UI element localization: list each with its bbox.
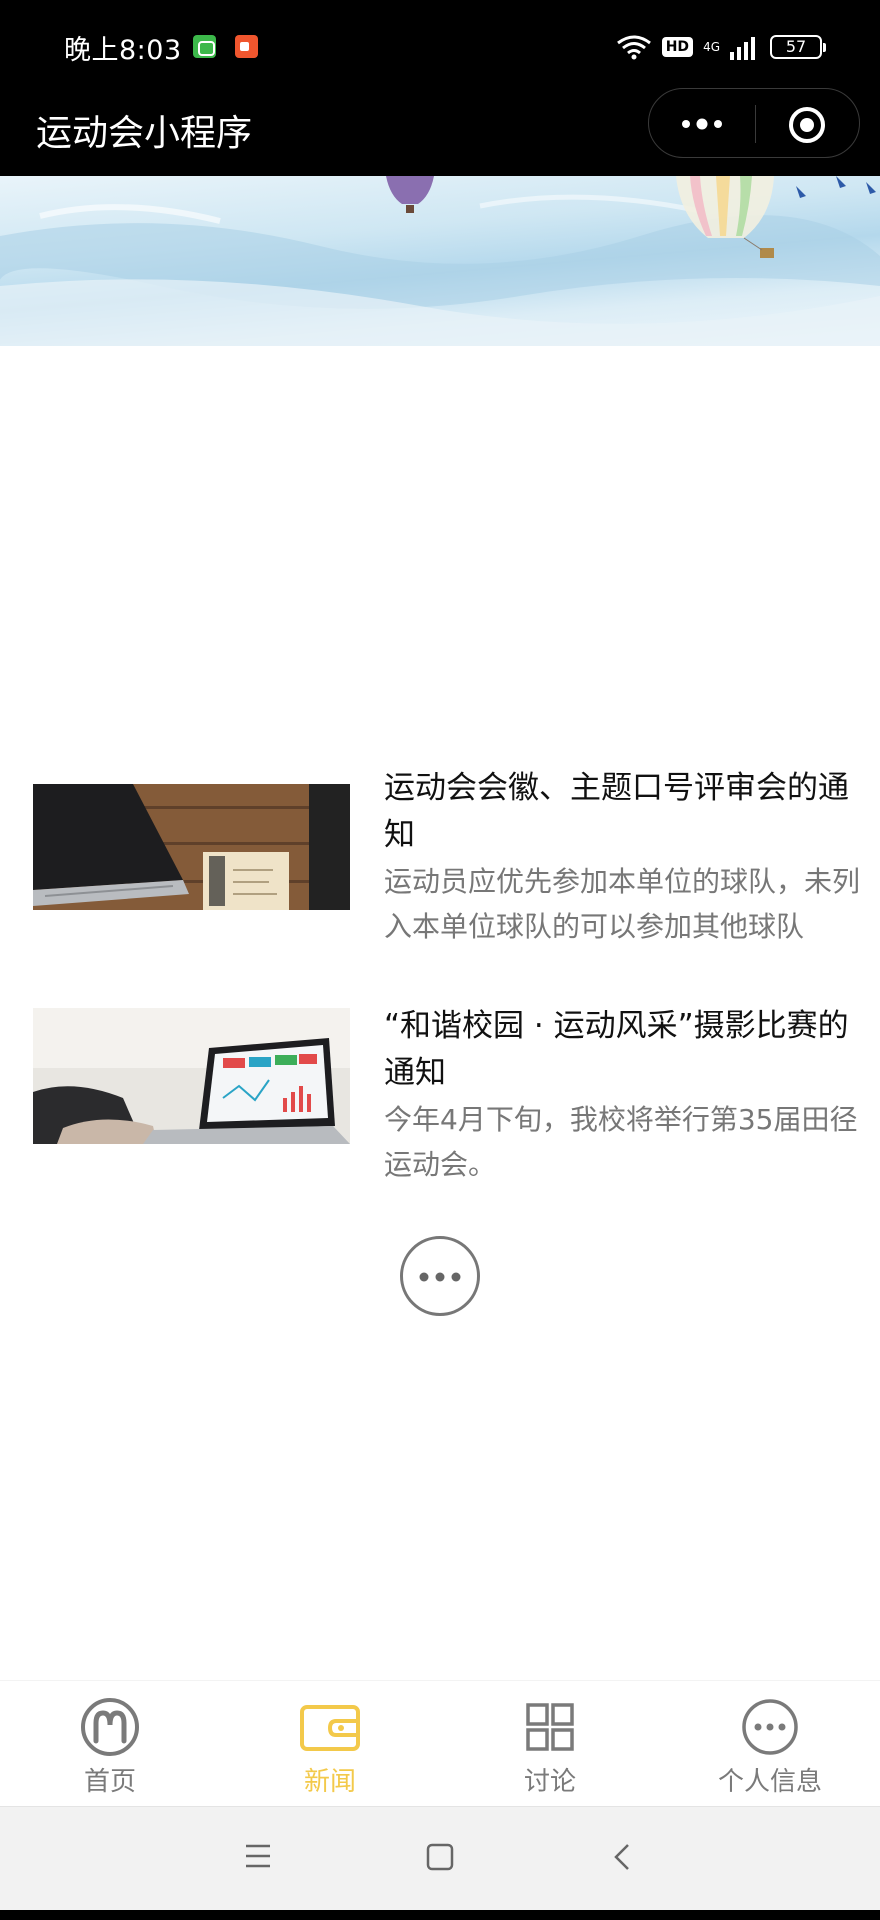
hd-badge: HD <box>661 37 694 57</box>
news-title[interactable]: “和谐校园 · 运动风采”摄影比赛的通知 <box>384 1003 874 1097</box>
status-time: 晚上8:03 <box>64 35 182 66</box>
square-home-icon <box>426 1843 454 1871</box>
more-dots-icon <box>419 1272 461 1282</box>
tab-label: 首页 <box>83 1767 136 1797</box>
news-thumbnail <box>33 784 350 910</box>
tab-profile[interactable]: 个人信息 <box>660 1681 880 1807</box>
more-dots-icon <box>682 118 722 130</box>
tab-bar: 首页 新闻 讨论 个人信息 <box>0 1680 880 1806</box>
mcdonalds-logo-icon <box>81 1698 139 1756</box>
news-summary: 今年4月下旬，我校将举行第35届田径运动会。 <box>384 1103 858 1181</box>
miniprogram-capsule <box>648 88 860 158</box>
capsule-more-button[interactable] <box>649 89 755 159</box>
system-menu-button[interactable] <box>198 1807 318 1911</box>
tab-label: 个人信息 <box>717 1767 822 1797</box>
status-bar: 晚上8:03 HD 4G 57 <box>0 0 880 92</box>
load-more-button[interactable] <box>400 1236 480 1316</box>
bottom-strip <box>0 1910 880 1920</box>
battery-indicator: 57 <box>770 35 826 59</box>
news-thumbnail <box>33 1008 350 1144</box>
news-list-item[interactable]: “和谐校园 · 运动风采”摄影比赛的通知 今年4月下旬，我校将举行第35届田径运… <box>0 1003 880 1203</box>
system-home-button[interactable] <box>380 1807 500 1911</box>
system-back-button[interactable] <box>562 1807 682 1911</box>
page-title: 运动会小程序 <box>36 113 253 154</box>
capsule-close-button[interactable] <box>756 89 860 159</box>
banner-image[interactable] <box>0 176 880 346</box>
wallet-icon <box>300 1705 360 1751</box>
tab-label: 讨论 <box>523 1767 576 1797</box>
more-circle-icon <box>742 1699 798 1755</box>
status-indicators: HD 4G 57 <box>616 30 826 64</box>
system-nav-bar <box>0 1806 880 1910</box>
news-text: “和谐校园 · 运动风采”摄影比赛的通知 今年4月下旬，我校将举行第35届田径运… <box>384 1003 874 1187</box>
tab-label: 新闻 <box>303 1767 356 1797</box>
app-notification-icon <box>193 35 216 58</box>
network-type: 4G <box>703 40 720 54</box>
news-list-item[interactable]: 运动会会徽、主题口号评审会的通知 运动员应优先参加本单位的球队，未列入本单位球队… <box>0 765 880 990</box>
back-chevron-icon <box>614 1844 629 1870</box>
banner-illustration <box>0 176 880 346</box>
grid-icon <box>526 1703 574 1751</box>
menu-icon <box>246 1844 270 1868</box>
news-summary: 运动员应优先参加本单位的球队，未列入本单位球队的可以参加其他球队 <box>384 865 861 943</box>
news-title[interactable]: 运动会会徽、主题口号评审会的通知 <box>384 765 874 859</box>
tab-news[interactable]: 新闻 <box>220 1681 440 1807</box>
tab-home[interactable]: 首页 <box>0 1681 220 1807</box>
video-notification-icon <box>235 35 258 58</box>
wifi-icon <box>616 35 651 60</box>
tab-discussion[interactable]: 讨论 <box>440 1681 660 1807</box>
target-close-icon <box>789 107 825 143</box>
news-text: 运动会会徽、主题口号评审会的通知 运动员应优先参加本单位的球队，未列入本单位球队… <box>384 765 874 949</box>
signal-icon <box>730 37 755 60</box>
